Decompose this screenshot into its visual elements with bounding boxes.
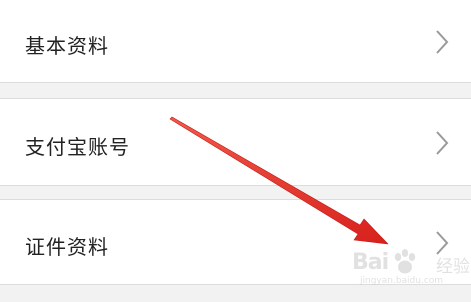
- settings-page: 基本资料 支付宝账号 证件资料 Bai 经验 jingyan.baidu.com: [0, 0, 471, 302]
- list-item-label: 证件资料: [25, 235, 109, 259]
- chevron-right-icon: [436, 131, 449, 155]
- list-item-basic-info[interactable]: 基本资料: [0, 0, 471, 83]
- watermark-suffix: 经验: [436, 257, 470, 277]
- watermark-url: jingyan.baidu.com: [360, 276, 444, 286]
- list-item-label: 基本资料: [25, 34, 109, 58]
- list-item-label: 支付宝账号: [25, 135, 130, 159]
- chevron-right-icon: [436, 30, 449, 54]
- baidu-jingyan-watermark: Bai 经验 jingyan.baidu.com: [352, 244, 470, 288]
- list-item-alipay-account[interactable]: 支付宝账号: [0, 98, 471, 186]
- paw-icon: [394, 249, 416, 274]
- watermark-brand: Bai: [352, 250, 389, 275]
